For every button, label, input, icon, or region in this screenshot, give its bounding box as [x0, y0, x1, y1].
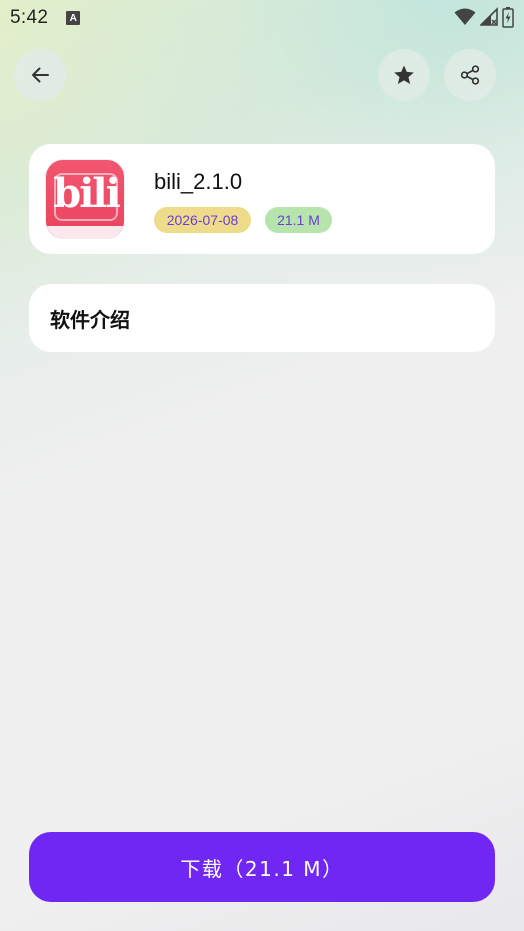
share-icon [460, 65, 480, 85]
notification-a-icon: A [66, 11, 81, 25]
status-icons [454, 6, 514, 28]
download-button[interactable]: 下载（21.1 M） [29, 832, 495, 902]
app-icon-base [46, 226, 124, 238]
battery-icon [502, 7, 514, 28]
share-button[interactable] [444, 49, 496, 101]
wifi-icon [454, 8, 476, 25]
size-tag: 21.1 M [265, 207, 332, 233]
app-icon-logo-text: bili [53, 170, 121, 217]
app-name: bili_2.1.0 [154, 169, 243, 194]
favorite-button[interactable] [378, 49, 430, 101]
star-icon [394, 65, 414, 84]
back-button[interactable] [14, 49, 66, 101]
status-bar: 5:42 A [0, 0, 524, 36]
status-time: 5:42 [10, 7, 49, 28]
software-intro-card[interactable]: 软件介绍 [29, 284, 495, 352]
date-tag: 2026-07-08 [154, 207, 251, 233]
cellular-signal-icon [480, 7, 498, 26]
software-intro-title: 软件介绍 [50, 307, 130, 332]
app-icon: bili [45, 159, 125, 239]
app-info-card: bili bili_2.1.0 2026-07-08 21.1 M [29, 144, 495, 254]
arrow-left-icon [32, 67, 49, 83]
